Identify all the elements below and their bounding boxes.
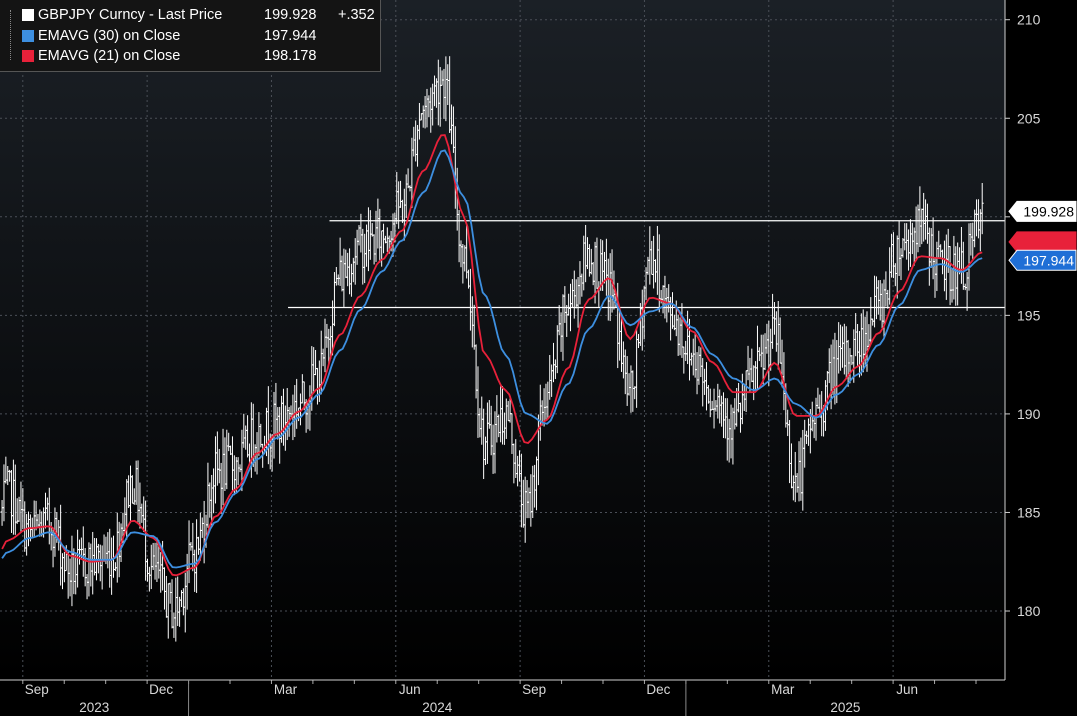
- legend-price-name: GBPJPY Curncy - Last Price: [38, 7, 223, 23]
- x-year-label: 2025: [830, 700, 860, 715]
- legend-price-change: +.352: [338, 7, 375, 23]
- ema30-tag-label: 197.944: [1023, 252, 1074, 268]
- ema21-tag-bg: [1008, 231, 1077, 253]
- legend-price-value: 199.928: [264, 7, 317, 23]
- y-tick-label: 190: [1017, 406, 1041, 422]
- price-tags: 199.928 197.944: [1008, 200, 1077, 271]
- x-axis: Sep Dec Mar Jun Sep Dec Mar Jun 2023 2024 2025: [0, 679, 1005, 716]
- legend-ema30-value: 197.944: [264, 28, 317, 44]
- x-month-label: Mar: [771, 682, 795, 697]
- last-price-tag-label: 199.928: [1023, 203, 1074, 219]
- y-tick-label: 180: [1017, 603, 1041, 619]
- legend-tree-line: [10, 10, 12, 60]
- x-month-label: Sep: [25, 682, 49, 697]
- x-year-label: 2024: [422, 700, 453, 715]
- x-year-label: 2023: [79, 700, 109, 715]
- legend: GBPJPY Curncy - Last Price 199.928 +.352…: [0, 0, 381, 72]
- y-tick-label: 195: [1017, 307, 1041, 323]
- ema30-swatch: [22, 30, 34, 42]
- x-month-label: Mar: [274, 682, 298, 697]
- legend-ema21-value: 198.178: [264, 48, 317, 64]
- y-axis: 180 185 190 195 205 210: [1004, 0, 1041, 680]
- ema21-swatch: [22, 50, 34, 62]
- x-month-label: Dec: [149, 682, 173, 697]
- legend-ema21-name: EMAVG (21) on Close: [38, 48, 181, 64]
- chart-svg: 180 185 190 195 205 210 Sep Dec Mar Jun Sep Dec Mar…: [0, 0, 1077, 716]
- x-month-label: Sep: [522, 682, 546, 697]
- price-swatch: [22, 9, 34, 21]
- legend-ema30-name: EMAVG (30) on Close: [38, 28, 181, 44]
- y-tick-label: 210: [1017, 12, 1041, 28]
- y-tick-label: 185: [1017, 504, 1041, 520]
- x-month-label: Jun: [399, 682, 421, 697]
- x-month-label: Jun: [896, 682, 918, 697]
- y-tick-label: 205: [1017, 110, 1041, 126]
- x-month-label: Dec: [646, 682, 670, 697]
